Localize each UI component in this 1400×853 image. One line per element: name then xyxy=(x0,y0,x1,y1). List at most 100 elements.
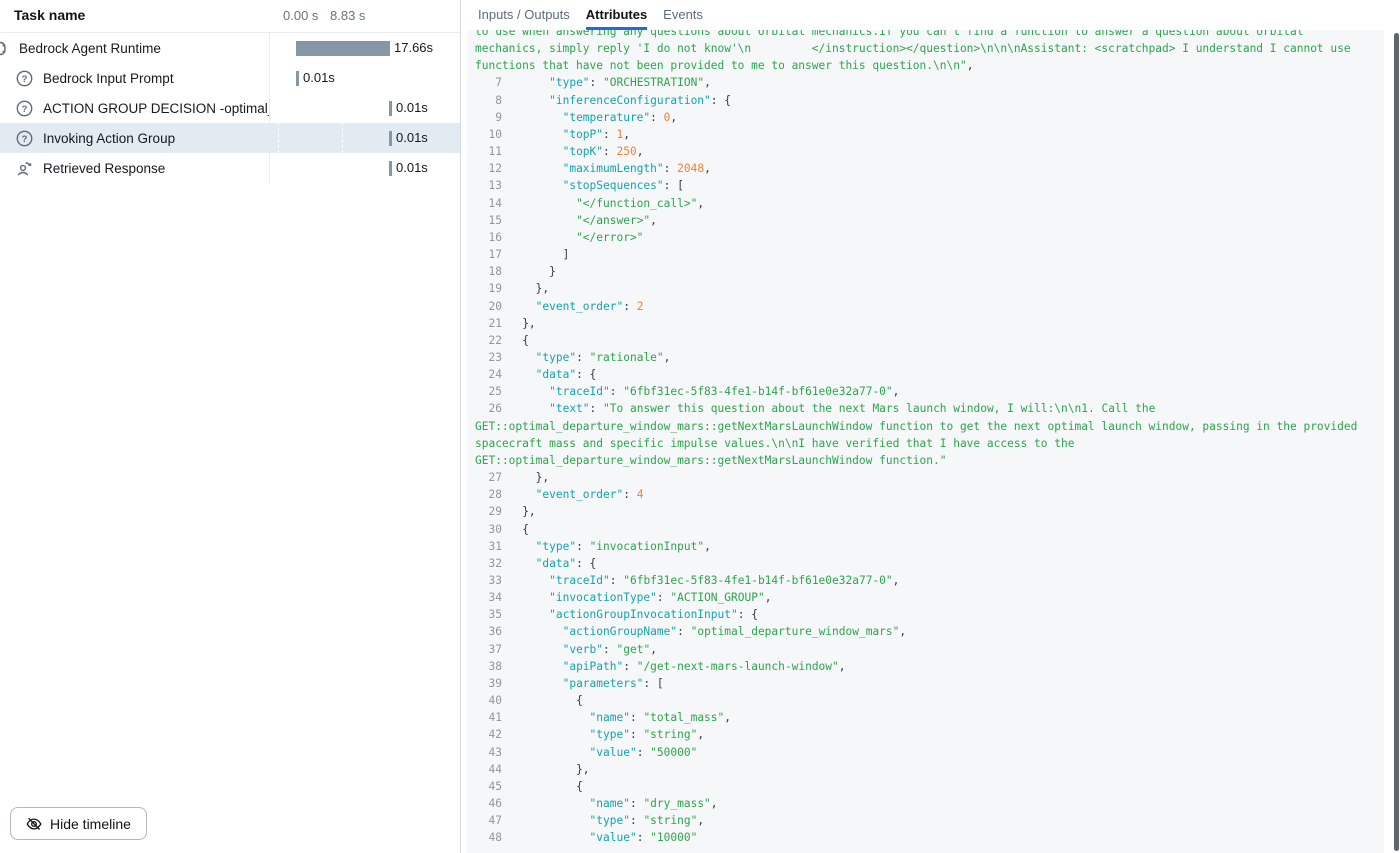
tab-attributes[interactable]: Attributes xyxy=(586,0,647,30)
code-line: 38 "apiPath": "/get-next-mars-launch-win… xyxy=(475,658,1376,675)
indent xyxy=(509,608,549,621)
task-row-retrieved-response[interactable]: Retrieved Response0.01s xyxy=(0,153,460,183)
json-punctuation: : xyxy=(603,145,616,158)
line-number: 27 xyxy=(475,471,509,484)
row-timeline: 0.01s xyxy=(270,153,460,183)
json-string: "6fbf31ec-5f83-4fe1-b14f-bf61e0e32a77-0" xyxy=(623,385,892,398)
duration-label: 17.66s xyxy=(394,40,433,55)
duration-bar xyxy=(389,131,392,146)
json-key: "actionGroupInvocationInput" xyxy=(549,608,738,621)
json-punctuation: }, xyxy=(536,471,549,484)
indent xyxy=(509,265,549,278)
task-row-bedrock-input-prompt[interactable]: ?Bedrock Input Prompt0.01s xyxy=(0,63,460,93)
code-line: 36 "actionGroupName": "optimal_departure… xyxy=(475,623,1376,640)
hide-timeline-button[interactable]: Hide timeline xyxy=(10,807,147,840)
json-punctuation: , xyxy=(839,660,846,673)
timeline-panel: Task name 0.00 s 8.83 s Bedrock Agent Ru… xyxy=(0,0,461,853)
json-string: "string" xyxy=(643,728,697,741)
task-row-action-group-decision-optimal-de[interactable]: ?ACTION GROUP DECISION -optimal_de0.01s xyxy=(0,93,460,123)
json-punctuation: : xyxy=(576,351,589,364)
code-line: 22 { xyxy=(475,332,1376,349)
json-key: "data" xyxy=(536,557,576,570)
json-key: "type" xyxy=(536,351,576,364)
task-row-bedrock-agent-runtime[interactable]: Bedrock Agent Runtime 17.66s xyxy=(0,33,460,63)
code-line: 41 "name": "total_mass", xyxy=(475,709,1376,726)
line-number: 21 xyxy=(475,317,509,330)
indent xyxy=(509,763,576,776)
json-string: "To answer this question about the next … xyxy=(475,402,1364,466)
json-key: "type" xyxy=(590,814,630,827)
indent xyxy=(509,831,590,844)
code-line: 8 "inferenceConfiguration": { xyxy=(475,92,1376,109)
tab-bar: Inputs / Outputs Attributes Events xyxy=(478,0,703,30)
json-key: "data" xyxy=(536,368,576,381)
json-punctuation: : { xyxy=(576,557,596,570)
line-number: 28 xyxy=(475,488,509,501)
json-string: "string" xyxy=(643,814,697,827)
json-punctuation: , xyxy=(893,385,900,398)
json-punctuation: : xyxy=(590,76,603,89)
code-line: 46 "name": "dry_mass", xyxy=(475,795,1376,812)
line-number: 41 xyxy=(475,711,509,724)
code-line: 7 "type": "ORCHESTRATION", xyxy=(475,74,1376,91)
line-number: 47 xyxy=(475,814,509,827)
json-punctuation: : xyxy=(637,831,650,844)
trace-viewer: Task name 0.00 s 8.83 s Bedrock Agent Ru… xyxy=(0,0,1400,853)
line-number: 15 xyxy=(475,214,509,227)
indent xyxy=(509,471,536,484)
line-number: 7 xyxy=(475,76,509,89)
hide-timeline-label: Hide timeline xyxy=(50,816,131,832)
tab-events[interactable]: Events xyxy=(663,0,703,30)
json-key: "value" xyxy=(590,746,637,759)
line-number: 17 xyxy=(475,248,509,261)
line-number: 14 xyxy=(475,197,509,210)
indent xyxy=(509,505,522,518)
json-key: "maximumLength" xyxy=(563,162,664,175)
json-punctuation: , xyxy=(637,145,644,158)
json-punctuation: , xyxy=(724,711,731,724)
svg-text:?: ? xyxy=(22,134,28,145)
line-number: 29 xyxy=(475,505,509,518)
indent xyxy=(509,162,563,175)
code-line: 48 "value": "10000" xyxy=(475,829,1376,846)
code-line: 13 "stopSequences": [ xyxy=(475,177,1376,194)
indent xyxy=(509,814,590,827)
json-key: "invocationType" xyxy=(549,591,657,604)
json-string: "invocationInput" xyxy=(590,540,705,553)
json-punctuation: , xyxy=(650,214,657,227)
tab-inputs-outputs[interactable]: Inputs / Outputs xyxy=(478,0,570,30)
code-line: 43 "value": "50000" xyxy=(475,744,1376,761)
json-punctuation: : xyxy=(630,728,643,741)
duration-label: 0.01s xyxy=(396,100,428,115)
row-timeline: 0.01s xyxy=(270,93,460,123)
indent xyxy=(509,780,576,793)
code-line: 12 "maximumLength": 2048, xyxy=(475,160,1376,177)
code-line: 20 "event_order": 2 xyxy=(475,298,1376,315)
code-line: 16 "</error>" xyxy=(475,229,1376,246)
json-key: "traceId" xyxy=(549,574,610,587)
code-line: to use when answering any questions abou… xyxy=(475,30,1376,74)
json-string: "dry_mass" xyxy=(643,797,710,810)
line-number: 40 xyxy=(475,694,509,707)
svg-text:?: ? xyxy=(22,74,28,85)
indent xyxy=(509,797,590,810)
task-row-invoking-action-group[interactable]: ?Invoking Action Group0.01s xyxy=(0,123,460,153)
json-punctuation: , xyxy=(704,76,711,89)
eye-off-icon xyxy=(26,816,42,832)
json-punctuation: , xyxy=(711,797,718,810)
json-string: "optimal_departure_window_mars" xyxy=(691,625,900,638)
json-punctuation: : [ xyxy=(643,677,663,690)
indent xyxy=(509,643,563,656)
code-line: 15 "</answer>", xyxy=(475,212,1376,229)
indent xyxy=(509,746,590,759)
code-line: 39 "parameters": [ xyxy=(475,675,1376,692)
code-line: 26 "text": "To answer this question abou… xyxy=(475,400,1376,469)
code-line: 27 }, xyxy=(475,469,1376,486)
code-line: 45 { xyxy=(475,778,1376,795)
code-line: 24 "data": { xyxy=(475,366,1376,383)
json-key: "inferenceConfiguration" xyxy=(549,94,711,107)
code-line: 33 "traceId": "6fbf31ec-5f83-4fe1-b14f-b… xyxy=(475,572,1376,589)
vertical-scrollbar[interactable] xyxy=(1394,33,1399,851)
task-cell: Bedrock Agent Runtime xyxy=(0,33,270,63)
line-number: 44 xyxy=(475,763,509,776)
